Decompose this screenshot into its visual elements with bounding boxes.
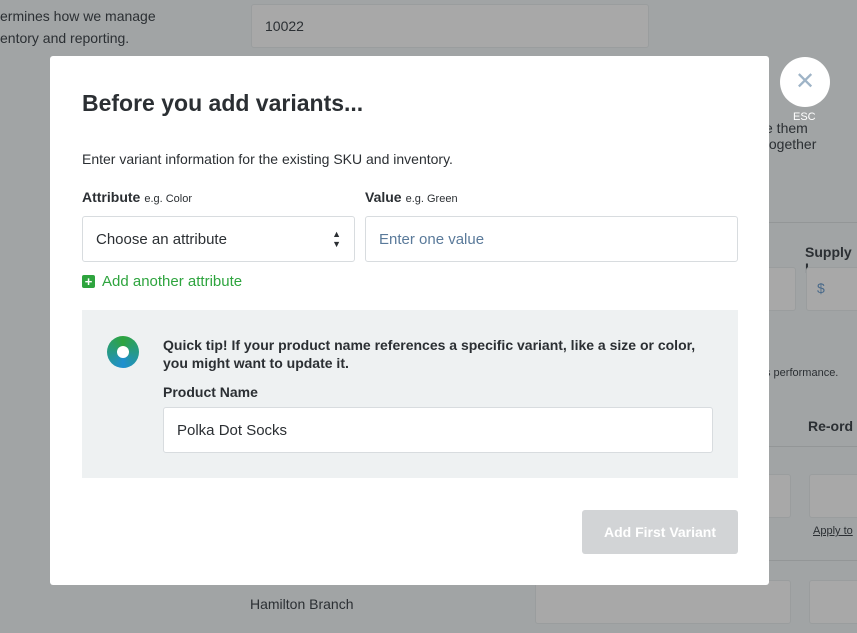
quick-tip-panel: Quick tip! If your product name referenc… bbox=[82, 310, 738, 478]
divider bbox=[769, 560, 857, 561]
product-name-label: Product Name bbox=[163, 384, 258, 400]
modal-intro: Enter variant information for the existi… bbox=[82, 151, 453, 167]
attribute-hint: e.g. Color bbox=[144, 193, 193, 205]
attribute-select-value: Choose an attribute bbox=[96, 230, 227, 248]
bg-input[interactable] bbox=[809, 474, 857, 518]
reorder-label: Re-ord bbox=[808, 418, 854, 434]
select-arrows-icon: ▲ ▼ bbox=[332, 229, 341, 249]
add-attribute-link[interactable]: + Add another attribute bbox=[82, 273, 242, 290]
branch-label: Hamilton Branch bbox=[250, 596, 354, 612]
attribute-select[interactable]: Choose an attribute ▲ ▼ bbox=[82, 216, 355, 262]
value-label: Value e.g. Green bbox=[365, 189, 458, 205]
tip-ring-icon bbox=[107, 336, 139, 368]
divider bbox=[769, 446, 857, 447]
price-input[interactable]: $ bbox=[806, 267, 857, 311]
product-name-input[interactable]: Polka Dot Socks bbox=[163, 407, 713, 453]
desc-line: entory and reporting. bbox=[0, 30, 130, 46]
attribute-label: Attribute e.g. Color bbox=[82, 189, 192, 205]
esc-label: ESC bbox=[793, 111, 816, 123]
add-first-variant-button[interactable]: Add First Variant bbox=[582, 510, 738, 554]
plus-icon: + bbox=[82, 275, 95, 288]
attribute-label-text: Attribute bbox=[82, 189, 141, 205]
zip-input[interactable]: 10022 bbox=[251, 4, 649, 48]
close-button[interactable]: ✕ bbox=[780, 57, 830, 107]
close-icon: ✕ bbox=[794, 68, 816, 95]
bg-input[interactable] bbox=[535, 580, 791, 624]
modal-title: Before you add variants... bbox=[82, 90, 364, 116]
bg-input[interactable] bbox=[809, 580, 857, 624]
desc-line: ermines how we manage bbox=[0, 8, 156, 24]
tip-text: Quick tip! If your product name referenc… bbox=[163, 337, 696, 371]
performance-text: s performance. bbox=[765, 367, 839, 379]
value-hint: e.g. Green bbox=[405, 193, 458, 205]
value-label-text: Value bbox=[365, 189, 402, 205]
background-description: ermines how we manage entory and reportin… bbox=[0, 5, 156, 49]
add-attribute-text: Add another attribute bbox=[102, 273, 243, 290]
add-variants-modal: Before you add variants... Enter variant… bbox=[50, 56, 769, 585]
divider bbox=[769, 222, 857, 223]
background-text: e them together bbox=[765, 120, 817, 152]
apply-link[interactable]: Apply to bbox=[813, 525, 853, 537]
value-input[interactable]: Enter one value bbox=[365, 216, 738, 262]
